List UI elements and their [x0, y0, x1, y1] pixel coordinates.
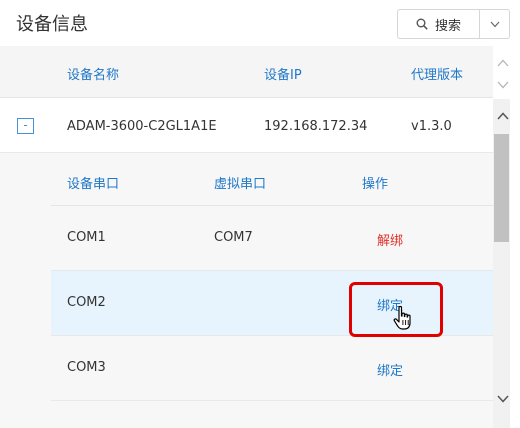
search-button-label: 搜索: [434, 18, 461, 34]
column-header-device-name[interactable]: 设备名称: [67, 64, 119, 83]
expanded-row-detail: 设备串口 虚拟串口 操作 COM1 COM7 解绑 COM2 绑定 COM3 绑…: [0, 153, 493, 428]
column-header-serial[interactable]: 设备串口: [67, 173, 119, 192]
serial-row[interactable]: COM3 绑定: [51, 336, 493, 401]
unbind-link[interactable]: 解绑: [377, 230, 403, 249]
scroll-down-arrow-icon[interactable]: [497, 395, 509, 403]
search-dropdown-button[interactable]: [480, 10, 509, 38]
agent-version-cell: v1.3.0: [411, 119, 452, 134]
scrollbar-thumb[interactable]: [494, 134, 509, 242]
column-header-agent-version[interactable]: 代理版本: [411, 64, 463, 83]
chevron-down-icon: [490, 21, 499, 27]
column-header-action[interactable]: 操作: [362, 173, 388, 192]
collapse-row-button[interactable]: -: [17, 118, 34, 134]
serial-port-cell: COM3: [67, 360, 106, 375]
column-header-device-ip[interactable]: 设备IP: [264, 64, 302, 83]
page-title: 设备信息: [16, 14, 88, 35]
table-row[interactable]: - ADAM-3600-C2GL1A1E 192.168.172.34 v1.3…: [0, 99, 493, 153]
header-scroll-down-icon[interactable]: [497, 81, 509, 89]
device-ip-cell: 192.168.172.34: [264, 119, 368, 134]
header-scroll-up-icon[interactable]: [497, 59, 509, 67]
serial-port-table: 设备串口 虚拟串口 操作 COM1 COM7 解绑 COM2 绑定 COM3 绑…: [51, 153, 493, 428]
bind-link[interactable]: 绑定: [377, 360, 403, 379]
serial-row[interactable]: COM1 COM7 解绑: [51, 206, 493, 271]
bind-link[interactable]: 绑定: [377, 295, 403, 314]
device-table: 设备名称 设备IP 代理版本 - ADAM-3600-C2GL1A1E 192.…: [0, 46, 520, 428]
virtual-port-cell: COM7: [214, 230, 253, 245]
scroll-up-arrow-icon[interactable]: [497, 112, 509, 120]
serial-table-header: 设备串口 虚拟串口 操作: [51, 153, 493, 206]
serial-row[interactable]: COM2 绑定: [51, 271, 493, 336]
column-header-virtual-serial[interactable]: 虚拟串口: [214, 173, 266, 192]
serial-port-cell: COM2: [67, 295, 106, 310]
table-header: 设备名称 设备IP 代理版本: [0, 46, 493, 98]
device-name-cell: ADAM-3600-C2GL1A1E: [67, 119, 217, 134]
search-button-group: 搜索: [397, 9, 510, 39]
serial-port-cell: COM1: [67, 230, 106, 245]
search-button[interactable]: 搜索: [398, 10, 480, 38]
search-icon: [416, 18, 428, 30]
